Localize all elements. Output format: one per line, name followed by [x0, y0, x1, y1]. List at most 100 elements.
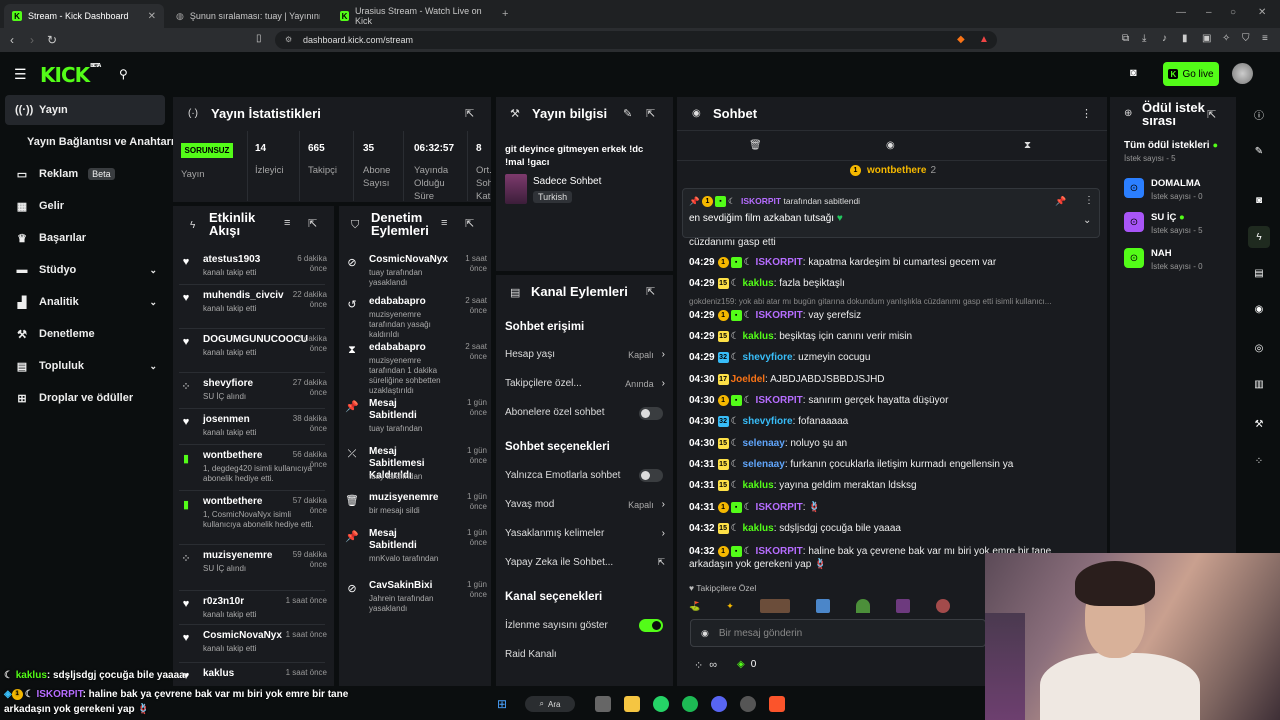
sidebar-item-basarilar[interactable]: ♛ Başarılar — [5, 223, 165, 253]
discord-icon[interactable] — [711, 696, 727, 712]
extensions-icon[interactable]: ⧉ — [1122, 33, 1129, 44]
hourglass-icon[interactable]: ⧗ — [1024, 140, 1031, 151]
wrench-icon[interactable]: ⚒ — [1248, 413, 1270, 435]
raid-setting[interactable]: Raid Kanalı — [505, 649, 665, 660]
chat-icon[interactable]: ◉ — [1248, 298, 1270, 320]
banned-words-setting[interactable]: Yasaklanmış kelimeler › — [505, 528, 665, 539]
emote-icon[interactable] — [759, 599, 790, 613]
expand-icon[interactable]: ⇱ — [465, 107, 474, 120]
go-live-button[interactable]: K Go live — [1163, 62, 1219, 86]
channel-icon[interactable]: ▥ — [1248, 373, 1270, 395]
sidebar-item-stream-key[interactable]: Yayın Bağlantısı ve Anahtarı — [17, 127, 177, 157]
expand-icon[interactable]: ⇱ — [1207, 108, 1216, 121]
chat-username[interactable]: shevyfiore — [743, 416, 793, 427]
reward-item[interactable]: ⊙ DOMALMA İstek sayısı - 0 — [1124, 178, 1224, 206]
menu-icon[interactable]: ≡ — [1262, 33, 1268, 44]
chat-username[interactable]: ISKORPIT — [756, 546, 803, 557]
brave-rewards-icon[interactable]: ▲ — [979, 34, 989, 45]
camera-icon[interactable]: ◙ — [1130, 67, 1137, 79]
browser-tab[interactable]: ◍ Şunun sıralaması: tuay | Yayınını güçl… — [168, 4, 330, 28]
brave-shield-icon[interactable]: ◆ — [957, 34, 965, 45]
sidebar-icon[interactable]: ▮ — [1182, 33, 1188, 44]
chat-username[interactable]: ISKORPIT — [756, 257, 803, 268]
bookmark-icon[interactable]: ▯ — [256, 33, 262, 44]
broadcast-icon[interactable]: ◎ — [1248, 337, 1270, 359]
spotify-icon[interactable] — [682, 696, 698, 712]
user-avatar[interactable] — [1232, 63, 1253, 84]
browser-tab[interactable]: K Urasius Stream - Watch Live on Kick — [332, 4, 494, 28]
maximize-icon[interactable]: ○ — [1230, 7, 1236, 18]
sidebar-item-denetleme[interactable]: ⚒ Denetleme — [5, 319, 165, 349]
slow-mode-setting[interactable]: Yavaş mod Kapalı › — [505, 499, 665, 510]
expand-icon[interactable]: ⇱ — [308, 217, 317, 230]
kick-logo[interactable]: KICKBETA — [40, 63, 101, 87]
sidebar-item-studyo[interactable]: ▬ Stüdyo ⌄ — [5, 255, 165, 285]
chat-username[interactable]: selenaay — [743, 459, 785, 470]
brave-icon[interactable] — [769, 696, 785, 712]
new-tab-icon[interactable]: + — [502, 8, 508, 20]
bolt-icon[interactable]: ϟ — [1248, 226, 1270, 248]
drops-icon[interactable]: ⁘ — [1248, 450, 1270, 472]
info-icon[interactable]: ⓘ — [1248, 103, 1270, 125]
chat-username[interactable]: shevyfiore — [743, 352, 793, 363]
windows-start-icon[interactable]: ⊞ — [494, 696, 510, 712]
expand-icon[interactable]: ⇱ — [646, 107, 655, 120]
expand-icon[interactable]: ⇱ — [465, 217, 474, 230]
minimize-window-icon[interactable]: – — [1206, 7, 1212, 18]
chat-username[interactable]: selenaay — [743, 438, 785, 449]
emote-gay-icon[interactable]: ⛳ — [689, 601, 700, 612]
reward-item[interactable]: ⊙ NAH İstek sayısı - 0 — [1124, 248, 1224, 276]
taskbar-search[interactable]: ⌕ Ara — [525, 696, 575, 712]
obs-icon[interactable] — [740, 696, 756, 712]
more-options-icon[interactable]: ⋮ — [1081, 107, 1092, 120]
reward-all-requests[interactable]: Tüm ödül istekleri ● — [1124, 139, 1218, 151]
chat-username[interactable]: ISKORPIT — [756, 310, 803, 321]
vpn-icon[interactable]: ⛉ — [1242, 33, 1250, 44]
expand-icon[interactable]: ⇱ — [646, 285, 655, 298]
file-explorer-icon[interactable] — [624, 696, 640, 712]
chat-username[interactable]: Joeldel — [731, 374, 765, 385]
chat-input[interactable]: ◉ Bir mesaj gönderin — [690, 619, 986, 647]
chat-username[interactable]: kaklus — [743, 331, 774, 342]
site-info-icon[interactable]: ⚙ — [285, 35, 292, 44]
unpin-icon[interactable]: 📌 — [1055, 196, 1066, 207]
account-age-setting[interactable]: Hesap yaşı Kapalı › — [505, 349, 665, 360]
chat-username[interactable]: kaklus — [743, 480, 774, 491]
chat-username[interactable]: kaklus — [743, 278, 774, 289]
emoji-icon[interactable]: ◉ — [701, 628, 709, 639]
show-viewers-toggle[interactable] — [639, 619, 663, 632]
chat-username[interactable]: ISKORPIT — [756, 395, 803, 406]
whatsapp-icon[interactable] — [653, 696, 669, 712]
close-tab-icon[interactable]: ✕ — [148, 11, 156, 22]
back-icon[interactable]: ‹ — [10, 33, 14, 47]
camera-icon[interactable]: ◙ — [1248, 189, 1270, 211]
sidebar-item-gelir[interactable]: ▦ Gelir — [5, 191, 165, 221]
browser-tab-active[interactable]: K Stream - Kick Dashboard ✕ — [4, 4, 164, 28]
sidebar-item-reklam[interactable]: ▭ Reklam Beta — [5, 159, 165, 189]
chat-username[interactable]: ISKORPIT — [756, 502, 803, 513]
emote-icon[interactable] — [815, 599, 830, 613]
chevron-down-icon[interactable]: ⌄ — [1083, 215, 1091, 226]
subs-only-toggle[interactable] — [639, 407, 663, 420]
wallet-icon[interactable]: ▣ — [1202, 33, 1211, 44]
url-field[interactable]: ⚙ dashboard.kick.com/stream — [275, 31, 997, 49]
emote-icon[interactable] — [855, 599, 870, 613]
task-view-icon[interactable] — [595, 696, 611, 712]
pin-icon[interactable]: ⚲ — [119, 67, 128, 81]
ai-icon[interactable]: ✧ — [1222, 33, 1230, 44]
ai-chat-setting[interactable]: Yapay Zeka ile Sohbet... ⇱ — [505, 557, 665, 568]
sidebar-item-yayin[interactable]: ((·)) Yayın — [5, 95, 165, 125]
emotes-only-toggle[interactable] — [639, 469, 663, 482]
kick-points[interactable]: ◈ 0 — [737, 659, 756, 670]
sidebar-item-analitik[interactable]: ▟ Analitik ⌄ — [5, 287, 165, 317]
edit-icon[interactable]: ✎ — [623, 107, 632, 120]
followers-only-setting[interactable]: Takipçilere özel... Anında › — [505, 378, 665, 389]
forward-icon[interactable]: › — [30, 33, 34, 47]
more-options-icon[interactable]: ⋮ — [1084, 195, 1094, 206]
downloads-icon[interactable]: ⤓ — [1142, 33, 1146, 44]
sidebar-item-droplar[interactable]: ⊞ Droplar ve ödüller — [5, 383, 165, 413]
minimize-icon[interactable]: — — [1176, 7, 1186, 18]
document-icon[interactable]: ▤ — [1248, 262, 1270, 284]
drops-icon[interactable]: ⁘ — [694, 659, 703, 672]
filter-icon[interactable]: ≡ — [441, 217, 447, 229]
